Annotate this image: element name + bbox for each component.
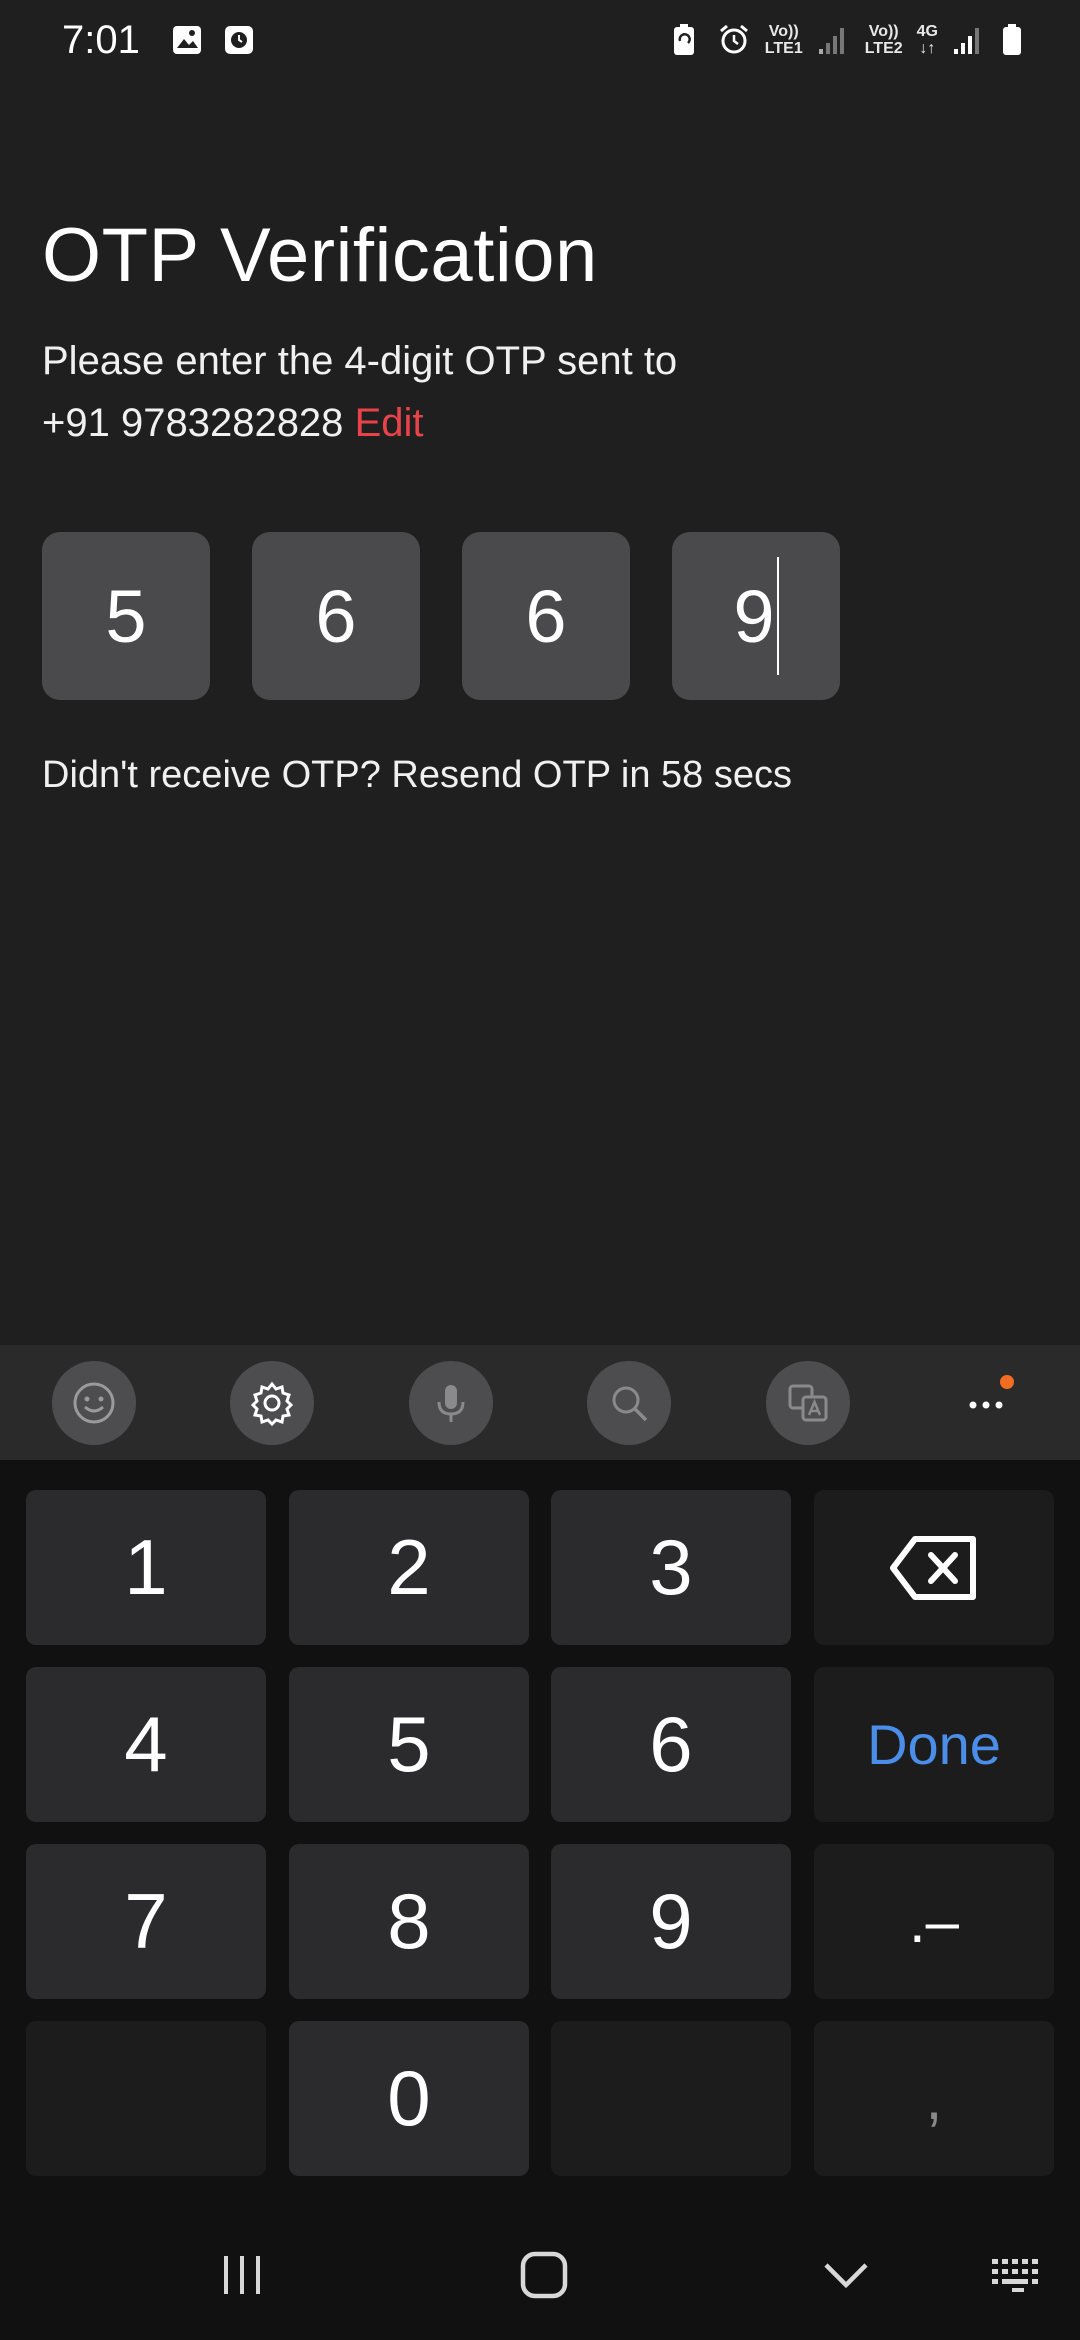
keyboard-settings-button[interactable] bbox=[230, 1360, 315, 1445]
key-9[interactable]: 9 bbox=[551, 1844, 791, 1999]
backspace-key[interactable] bbox=[814, 1490, 1054, 1645]
sim1-network: Vo)) LTE1 bbox=[765, 23, 803, 57]
otp-digit-2[interactable]: 6 bbox=[252, 532, 420, 700]
notification-dot bbox=[999, 1374, 1014, 1389]
chevron-down-icon bbox=[824, 2263, 868, 2289]
alarm-icon bbox=[717, 23, 751, 57]
key-1[interactable]: 1 bbox=[26, 1490, 266, 1645]
home-icon bbox=[520, 2251, 568, 2299]
otp-input-group: 5 6 6 9 bbox=[42, 532, 840, 700]
punctuation-key[interactable]: .– bbox=[814, 1844, 1054, 1999]
otp-digit-value: 6 bbox=[315, 574, 357, 658]
sim2-volte: Vo)) bbox=[868, 23, 899, 40]
battery-icon bbox=[1000, 23, 1034, 57]
key-2[interactable]: 2 bbox=[289, 1490, 529, 1645]
translate-button[interactable] bbox=[765, 1360, 850, 1445]
otp-digit-value: 5 bbox=[105, 574, 147, 658]
data-arrows-icon: ↓↑ bbox=[919, 40, 936, 57]
otp-digit-value: 9 bbox=[733, 574, 775, 658]
key-8[interactable]: 8 bbox=[289, 1844, 529, 1999]
settings-icon bbox=[251, 1381, 294, 1426]
emoji-button[interactable] bbox=[52, 1360, 136, 1445]
data-network: 4G ↓↑ bbox=[917, 23, 938, 57]
status-left: 7:01 bbox=[62, 18, 256, 63]
home-button[interactable] bbox=[514, 2245, 574, 2305]
page-title: OTP Verification bbox=[42, 213, 598, 298]
sim1-volte: Vo)) bbox=[768, 23, 799, 40]
sim1-lte: LTE1 bbox=[764, 40, 803, 57]
gallery-icon bbox=[170, 23, 204, 57]
edit-phone-link[interactable]: Edit bbox=[355, 401, 424, 445]
otp-instructions: Please enter the 4-digit OTP sent to +91… bbox=[42, 330, 1042, 454]
empty-key-right bbox=[551, 2021, 791, 2176]
recent-apps-icon bbox=[224, 2256, 260, 2294]
battery-saver-icon bbox=[669, 23, 703, 57]
key-0[interactable]: 0 bbox=[289, 2021, 529, 2176]
otp-digit-4[interactable]: 9 bbox=[672, 532, 840, 700]
more-options-button[interactable] bbox=[944, 1361, 1028, 1445]
keyboard-toolbar bbox=[0, 1345, 1080, 1460]
microphone-icon bbox=[437, 1384, 465, 1422]
empty-key-left bbox=[26, 2021, 266, 2176]
otp-digit-3[interactable]: 6 bbox=[462, 532, 630, 700]
keyboard-switch-button[interactable] bbox=[988, 2245, 1048, 2305]
resend-otp-text: Didn't receive OTP? Resend OTP in 58 sec… bbox=[42, 754, 792, 796]
status-bar: 7:01 Vo)) LTE1 Vo)) LTE2 4G ↓↑ bbox=[0, 0, 1080, 80]
search-button[interactable] bbox=[587, 1360, 672, 1445]
key-6[interactable]: 6 bbox=[551, 1667, 791, 1822]
numeric-keyboard: 1 2 3 4 5 6 Done 7 8 9 .– 0 , bbox=[0, 1460, 1080, 2200]
otp-digit-1[interactable]: 5 bbox=[42, 532, 210, 700]
otp-digit-value: 6 bbox=[525, 574, 567, 658]
sim2-lte: LTE2 bbox=[864, 40, 903, 57]
phone-number: +91 9783282828 bbox=[42, 401, 344, 445]
done-key[interactable]: Done bbox=[814, 1667, 1054, 1822]
system-nav-bar bbox=[0, 2200, 1080, 2340]
key-7[interactable]: 7 bbox=[26, 1844, 266, 1999]
network-type: 4G bbox=[916, 23, 938, 40]
keyboard-icon bbox=[992, 2259, 1038, 2292]
status-time: 7:01 bbox=[62, 17, 140, 62]
recent-apps-button[interactable] bbox=[212, 2245, 272, 2305]
sim2-network: Vo)) LTE2 bbox=[865, 23, 903, 57]
signal-icon bbox=[952, 23, 986, 57]
key-4[interactable]: 4 bbox=[26, 1667, 266, 1822]
hide-keyboard-button[interactable] bbox=[816, 2245, 876, 2305]
clock-app-icon bbox=[222, 23, 256, 57]
voice-input-button[interactable] bbox=[408, 1360, 493, 1445]
phone-line: +91 9783282828 Edit bbox=[42, 392, 1042, 454]
signal-icon bbox=[817, 23, 851, 57]
text-cursor bbox=[776, 557, 779, 675]
translate-icon bbox=[788, 1384, 828, 1421]
instructions-line: Please enter the 4-digit OTP sent to bbox=[42, 339, 678, 383]
emoji-icon bbox=[73, 1382, 115, 1423]
status-right: Vo)) LTE1 Vo)) LTE2 4G ↓↑ bbox=[669, 23, 1034, 57]
search-icon bbox=[612, 1386, 648, 1421]
backspace-icon bbox=[890, 1535, 976, 1600]
key-5[interactable]: 5 bbox=[289, 1667, 529, 1822]
comma-key[interactable]: , bbox=[814, 2021, 1054, 2176]
key-3[interactable]: 3 bbox=[551, 1490, 791, 1645]
